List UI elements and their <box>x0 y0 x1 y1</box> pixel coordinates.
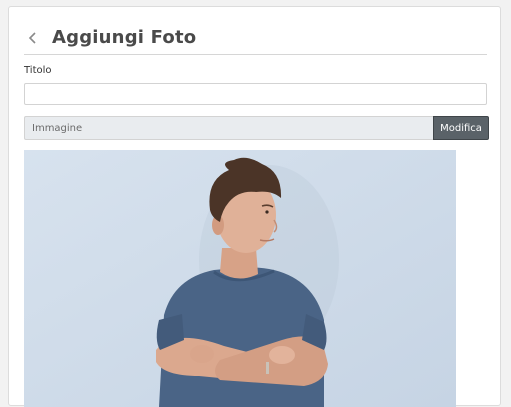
modify-button[interactable]: Modifica <box>433 116 489 140</box>
back-button[interactable] <box>24 29 42 47</box>
page-header: Aggiungi Foto <box>24 21 487 55</box>
page-title: Aggiungi Foto <box>52 27 197 48</box>
chevron-left-icon <box>28 31 36 44</box>
image-field[interactable]: Immagine <box>24 116 433 140</box>
title-input[interactable] <box>24 83 487 105</box>
photo-preview <box>24 150 456 407</box>
title-label: Titolo <box>24 65 52 76</box>
photo-image <box>24 150 456 407</box>
image-picker: Immagine Modifica <box>24 116 489 140</box>
add-photo-card: Aggiungi Foto Titolo Immagine Modifica <box>8 6 501 407</box>
